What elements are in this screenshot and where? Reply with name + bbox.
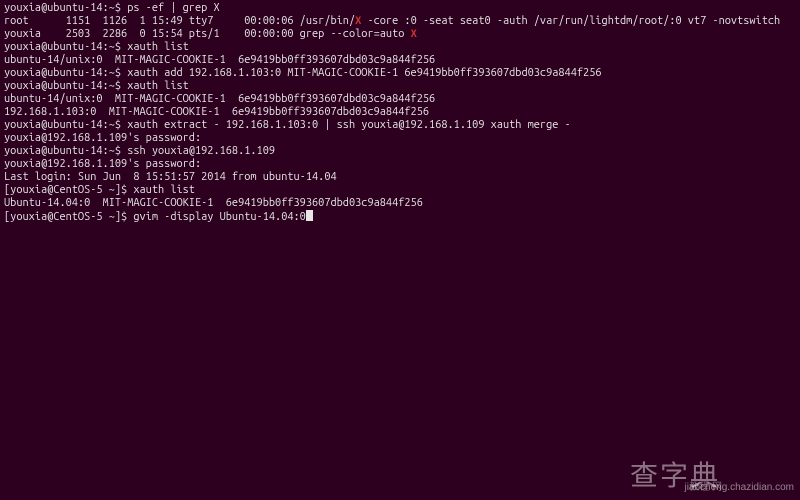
terminal-output[interactable]: youxia@ubuntu-14:~$ ps -ef | grep Xroot … <box>0 0 800 226</box>
shell-prompt: [youxia@CentOS-5 ~]$ <box>4 184 133 196</box>
terminal-output-line: 192.168.1.103:0 MIT-MAGIC-COOKIE-1 6e941… <box>4 106 796 119</box>
terminal-command-line: youxia@ubuntu-14:~$ ssh youxia@192.168.1… <box>4 145 796 158</box>
terminal-command-line: youxia@ubuntu-14:~$ xauth extract - 192.… <box>4 119 796 132</box>
shell-command: xauth extract - 192.168.1.103:0 | ssh yo… <box>127 119 571 131</box>
shell-command: xauth add 192.168.1.103:0 MIT-MAGIC-COOK… <box>127 67 601 79</box>
terminal-command-line: youxia@ubuntu-14:~$ xauth list <box>4 41 796 54</box>
shell-prompt: youxia@ubuntu-14:~$ <box>4 2 127 14</box>
shell-prompt: youxia@ubuntu-14:~$ <box>4 80 127 92</box>
terminal-output-line: Last login: Sun Jun 8 15:51:57 2014 from… <box>4 171 796 184</box>
terminal-command-line: youxia@ubuntu-14:~$ xauth add 192.168.1.… <box>4 67 796 80</box>
shell-command: gvim -display Ubuntu-14.04:0 <box>133 211 305 223</box>
terminal-output-line: ubuntu-14/unix:0 MIT-MAGIC-COOKIE-1 6e94… <box>4 54 796 67</box>
shell-prompt: youxia@ubuntu-14:~$ <box>4 67 127 79</box>
grep-highlight: X <box>411 28 417 40</box>
terminal-output-line: youxia@192.168.1.109's password: <box>4 158 796 171</box>
terminal-output-line: youxia 2503 2286 0 15:54 pts/1 00:00:00 … <box>4 28 796 41</box>
watermark-url: jiaocheng.chazidian.com <box>684 481 794 494</box>
terminal-output-line: ubuntu-14/unix:0 MIT-MAGIC-COOKIE-1 6e94… <box>4 93 796 106</box>
shell-command: ps -ef | grep X <box>127 2 219 14</box>
shell-command: xauth list <box>133 184 195 196</box>
terminal-output-line: youxia@192.168.1.109's password: <box>4 132 796 145</box>
terminal-command-line: youxia@ubuntu-14:~$ ps -ef | grep X <box>4 2 796 15</box>
terminal-output-line: Ubuntu-14.04:0 MIT-MAGIC-COOKIE-1 6e9419… <box>4 197 796 210</box>
terminal-output-line: root 1151 1126 1 15:49 tty7 00:00:06 /us… <box>4 15 796 28</box>
terminal-command-line: [youxia@CentOS-5 ~]$ gvim -display Ubunt… <box>4 210 796 224</box>
shell-prompt: youxia@ubuntu-14:~$ <box>4 145 127 157</box>
shell-prompt: youxia@ubuntu-14:~$ <box>4 41 127 53</box>
terminal-command-line: [youxia@CentOS-5 ~]$ xauth list <box>4 184 796 197</box>
shell-command: xauth list <box>127 41 189 53</box>
shell-prompt: youxia@ubuntu-14:~$ <box>4 119 127 131</box>
shell-prompt: [youxia@CentOS-5 ~]$ <box>4 211 133 223</box>
cursor-icon <box>306 210 313 221</box>
shell-command: ssh youxia@192.168.1.109 <box>127 145 275 157</box>
shell-command: xauth list <box>127 80 189 92</box>
terminal-command-line: youxia@ubuntu-14:~$ xauth list <box>4 80 796 93</box>
